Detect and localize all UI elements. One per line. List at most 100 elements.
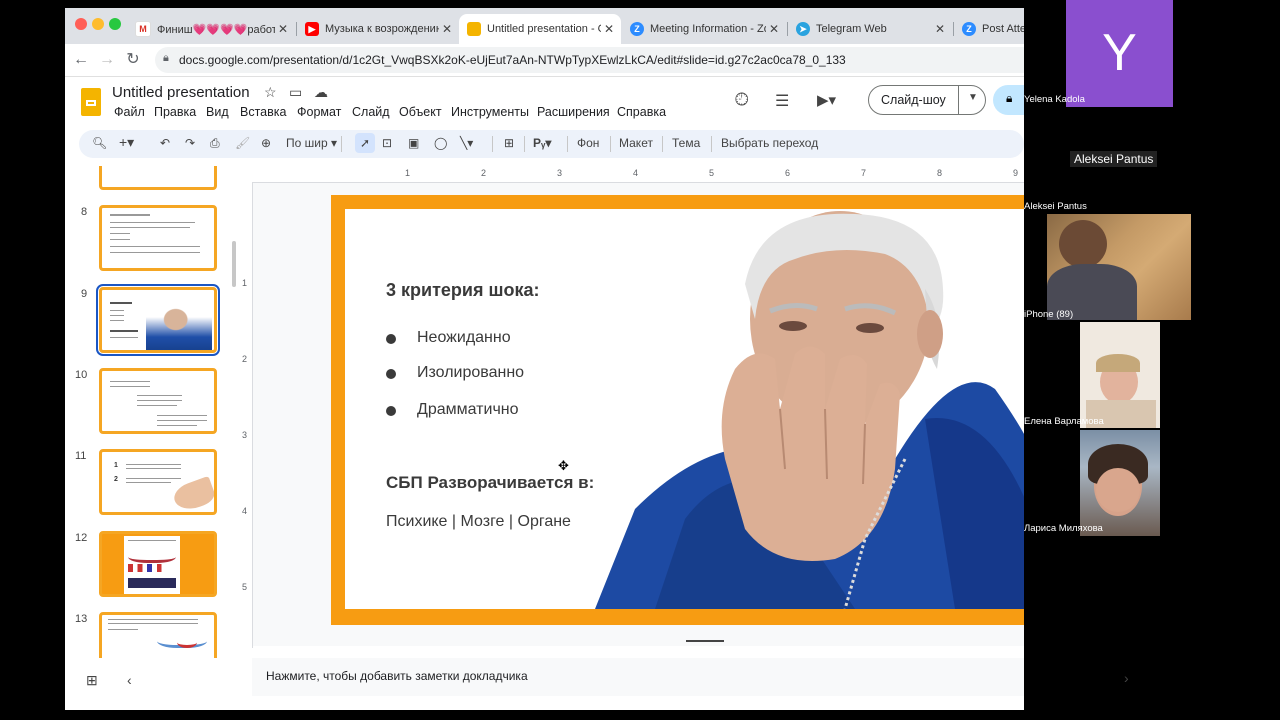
shocked-man-photo[interactable]: [595, 209, 1024, 609]
layout-button[interactable]: Макет: [619, 136, 653, 150]
zoom-icon: Z: [962, 22, 976, 36]
chevron-down-icon[interactable]: ▼: [968, 92, 978, 103]
minimize-window-button[interactable]: [92, 18, 104, 30]
sbp-heading[interactable]: СБП Разворачивается в:: [386, 473, 594, 493]
slideshow-button[interactable]: Слайд-шоу ▼: [868, 85, 986, 115]
slide-thumbnail-selected[interactable]: [96, 284, 220, 356]
ruler-number: 2: [242, 354, 248, 364]
ruler-number: 1: [405, 168, 411, 178]
participant-name: iPhone (89): [1024, 309, 1074, 320]
slides-logo-icon[interactable]: [81, 88, 101, 116]
text-box-icon[interactable]: ⊡: [382, 136, 392, 150]
close-tab-icon[interactable]: ✕: [601, 22, 617, 36]
slide-thumbnail[interactable]: 1 2: [99, 449, 217, 515]
participant-video: [1080, 430, 1160, 536]
comments-icon[interactable]: ☰: [775, 91, 789, 111]
paint-format-icon[interactable]: 🖌︎: [235, 136, 250, 150]
close-tab-icon[interactable]: ✕: [439, 22, 455, 36]
select-cursor-icon[interactable]: ➚: [355, 133, 375, 153]
slide-thumbnail[interactable]: [99, 166, 217, 190]
slide-title[interactable]: 3 критерия шока:: [386, 280, 539, 301]
browser-tab[interactable]: Z Post Atte: [954, 14, 1024, 44]
undo-icon[interactable]: ↶: [160, 136, 170, 150]
shape-icon[interactable]: ◯: [434, 136, 447, 150]
participant-name: Лариса Миляхова: [1024, 523, 1103, 534]
ruler-number: 3: [242, 430, 248, 440]
back-icon[interactable]: ←: [71, 50, 91, 70]
browser-tab[interactable]: M Финиш💗💗💗💗работ ✕: [127, 14, 295, 44]
menu-edit[interactable]: Правка: [154, 105, 196, 119]
close-tab-icon[interactable]: ✕: [766, 22, 782, 36]
comment-add-icon[interactable]: ⊞: [504, 136, 514, 150]
current-slide[interactable]: 3 критерия шока: Неожиданно Изолированно…: [331, 195, 1024, 625]
slide-number: 12: [75, 532, 88, 544]
notes-resize-handle[interactable]: [686, 640, 724, 642]
close-tab-icon[interactable]: ✕: [932, 22, 948, 36]
background-button[interactable]: Фон: [577, 136, 599, 150]
bullet-text: Неожиданно: [417, 329, 511, 346]
close-window-button[interactable]: [75, 18, 87, 30]
ruler-number: 5: [709, 168, 715, 178]
speaker-notes-placeholder[interactable]: Нажмите, чтобы добавить заметки докладчи…: [266, 669, 528, 683]
redo-icon[interactable]: ↷: [185, 136, 195, 150]
menu-insert[interactable]: Вставка: [240, 105, 286, 119]
menu-slide[interactable]: Слайд: [352, 105, 390, 119]
grid-view-icon[interactable]: ⊞: [86, 672, 98, 689]
input-tools-icon[interactable]: Pᵧ▾: [533, 136, 551, 150]
cloud-status-icon[interactable]: ☁: [314, 84, 328, 101]
meet-camera-icon[interactable]: ▶▾: [817, 91, 836, 109]
move-folder-icon[interactable]: ▭: [289, 84, 302, 101]
reload-icon[interactable]: ↻: [123, 50, 143, 70]
document-title[interactable]: Untitled presentation: [112, 84, 250, 101]
version-history-icon[interactable]: 🕘︎: [735, 90, 748, 110]
slide-thumbnail[interactable]: [99, 531, 217, 597]
lock-icon: 🔒︎: [1006, 91, 1013, 105]
browser-tab[interactable]: ➤ Telegram Web ✕: [788, 14, 952, 44]
browser-tab-active[interactable]: Untitled presentation - G ✕: [459, 14, 621, 44]
print-icon[interactable]: ⎙: [210, 136, 220, 151]
line-icon[interactable]: ╲▾: [460, 136, 473, 150]
slide-content: 3 критерия шока: Неожиданно Изолированно…: [345, 209, 1024, 609]
menu-object[interactable]: Объект: [399, 105, 442, 119]
maximize-window-button[interactable]: [109, 18, 121, 30]
speaker-notes[interactable]: Нажмите, чтобы добавить заметки докладчи…: [252, 658, 1024, 696]
ruler-number: 6: [785, 168, 791, 178]
menu-extensions[interactable]: Расширения: [537, 105, 610, 119]
omnibox[interactable]: 🔒︎ docs.google.com/presentation/d/1c2Gt_…: [155, 47, 1024, 73]
forward-icon[interactable]: →: [97, 50, 117, 70]
slides-icon: [467, 22, 481, 36]
search-menus-icon[interactable]: 🔍︎: [92, 136, 107, 150]
slide-number: 10: [75, 369, 88, 381]
browser-tab[interactable]: Z Meeting Information - Zo ✕: [622, 14, 786, 44]
menu-tools[interactable]: Инструменты: [451, 105, 529, 119]
close-tab-icon[interactable]: ✕: [275, 22, 291, 36]
slide-number: 11: [75, 450, 87, 462]
filmstrip-scrollbar[interactable]: [232, 241, 236, 287]
zoom-select[interactable]: По шир ▾: [286, 136, 337, 150]
menu-file[interactable]: Файл: [114, 105, 145, 119]
lock-icon[interactable]: 🔒︎: [163, 52, 169, 65]
bullet-text: Изолированно: [417, 364, 525, 381]
star-icon[interactable]: ☆: [264, 84, 277, 101]
participant-video: [1080, 322, 1160, 428]
ruler-number: 3: [557, 168, 563, 178]
organs-text[interactable]: Психике | Мозге | Органе: [386, 513, 571, 531]
browser-tab[interactable]: ▶ Музыка к возрождению ✕: [297, 14, 459, 44]
menu-format[interactable]: Формат: [297, 105, 341, 119]
slide-thumbnail[interactable]: [99, 368, 217, 434]
slide-thumbnail[interactable]: [99, 205, 217, 271]
ruler-number: 1: [242, 278, 248, 288]
menu-view[interactable]: Вид: [206, 105, 229, 119]
url-text[interactable]: docs.google.com/presentation/d/1c2Gt_Vwq…: [179, 53, 846, 67]
transition-button[interactable]: Выбрать переход: [721, 136, 818, 150]
new-slide-icon[interactable]: +▾: [119, 134, 134, 151]
share-button[interactable]: 🔒︎: [993, 85, 1024, 115]
menu-help[interactable]: Справка: [617, 105, 666, 119]
zoom-icon[interactable]: ⊕: [261, 136, 271, 150]
collapse-filmstrip-icon[interactable]: ‹: [127, 672, 132, 688]
theme-button[interactable]: Тема: [672, 136, 700, 150]
browser-window: M Финиш💗💗💗💗работ ✕ ▶ Музыка к возрождени…: [65, 8, 1129, 710]
image-icon[interactable]: ▣: [408, 136, 419, 150]
participant-name: Aleksei Pantus: [1024, 201, 1087, 212]
slide-thumbnail[interactable]: [99, 612, 217, 658]
